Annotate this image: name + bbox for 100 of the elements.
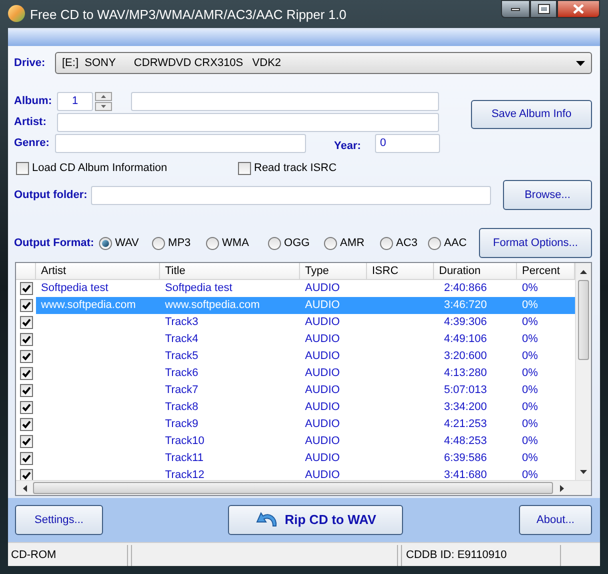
column-header[interactable]: Title: [160, 263, 300, 279]
checkbox[interactable]: [20, 418, 32, 431]
format-options-button[interactable]: Format Options...: [479, 228, 592, 258]
table-row[interactable]: Track10 AUDIO 4:48:253 0%: [36, 433, 575, 450]
close-icon: [573, 4, 584, 14]
status-text: CDDB ID: E9110910: [401, 545, 561, 566]
table-cell-text: AUDIO: [304, 383, 341, 398]
checkbox[interactable]: [238, 162, 251, 174]
settings-button[interactable]: Settings...: [15, 505, 103, 535]
table-cell-text: Track4: [164, 332, 200, 347]
about-button[interactable]: About...: [519, 505, 592, 535]
album-title-field[interactable]: [131, 92, 439, 110]
table-cell-text: Track9: [164, 417, 200, 432]
spinner-arrows[interactable]: [95, 92, 112, 110]
table-cell-text: Softpedia test: [164, 281, 234, 296]
table-cell-text: 3:34:200: [443, 400, 488, 415]
field-label: Output Format:: [14, 236, 94, 251]
table-cell-text: AUDIO: [304, 468, 341, 480]
radio-button[interactable]: [428, 236, 442, 250]
vertical-scrollbar[interactable]: [575, 263, 591, 480]
minimize-button[interactable]: [501, 0, 530, 18]
radio-button[interactable]: [206, 236, 220, 250]
checkbox[interactable]: [20, 316, 32, 329]
table-cell-text: AUDIO: [304, 451, 341, 466]
scroll-left-arrow-icon[interactable]: [22, 484, 26, 492]
column-header[interactable]: Type: [300, 263, 367, 279]
drive-dropdown[interactable]: [E:] SONY CDRWDVD CRX310S VDK2: [55, 52, 592, 74]
table-cell-text: AUDIO: [304, 298, 341, 313]
table-cell-text: 3:41:680: [443, 468, 488, 480]
table-row[interactable]: Track4 AUDIO 4:49:106 0%: [36, 331, 575, 348]
table-cell-text: 0%: [521, 281, 539, 296]
table-cell-text: Track8: [164, 400, 200, 415]
table-cell-text: 4:48:253: [443, 434, 488, 449]
checkbox[interactable]: [20, 367, 32, 380]
table-cell-text: 0%: [521, 383, 539, 398]
checkbox[interactable]: [20, 469, 32, 480]
scroll-right-arrow-icon[interactable]: [560, 484, 564, 492]
table-row[interactable]: Softpedia test Softpedia test AUDIO 2:40:866 0%: [36, 280, 575, 297]
field-label: Year:: [334, 138, 362, 154]
checkbox[interactable]: [20, 401, 32, 414]
checkbox[interactable]: [20, 299, 32, 312]
checkbox[interactable]: [20, 282, 32, 295]
status-text: CD-ROM: [8, 545, 128, 566]
table-cell-text: Track6: [164, 366, 200, 381]
radio-label: WMA: [222, 236, 249, 251]
table-row[interactable]: Track11 AUDIO 6:39:586 0%: [36, 450, 575, 467]
radio-button[interactable]: [152, 236, 166, 250]
table-row[interactable]: Track8 AUDIO 3:34:200 0%: [36, 399, 575, 416]
table-cell-text: 0%: [521, 349, 539, 364]
table-cell-text: AUDIO: [304, 315, 341, 330]
close-button[interactable]: [557, 0, 600, 18]
table-cell-text: 5:07:013: [443, 383, 488, 398]
table-row[interactable]: Track6 AUDIO 4:13:280 0%: [36, 365, 575, 382]
column-header[interactable]: ISRC: [367, 263, 434, 279]
checkbox[interactable]: [20, 350, 32, 363]
radio-button[interactable]: [99, 236, 112, 250]
column-header[interactable]: Artist: [36, 263, 160, 279]
table-cell-text: Track5: [164, 349, 200, 364]
radio-button[interactable]: [324, 236, 338, 250]
checkbox[interactable]: [20, 452, 32, 465]
checkbox[interactable]: [16, 162, 29, 174]
table-cell-text: AUDIO: [304, 332, 341, 347]
table-cell-text: 0%: [521, 400, 539, 415]
rip-button[interactable]: Rip CD to WAV: [228, 505, 403, 535]
table-cell-text: 0%: [521, 451, 539, 466]
table-cell-text: 0%: [521, 366, 539, 381]
radio-label: AAC: [444, 236, 467, 251]
browse-button[interactable]: Browse...: [503, 180, 592, 210]
field-label: Output folder:: [14, 188, 88, 203]
radio-label: WAV: [115, 236, 139, 251]
scroll-down-arrow-icon[interactable]: [580, 470, 587, 474]
radio-button[interactable]: [268, 236, 282, 250]
table-cell-text: 0%: [521, 298, 539, 313]
table-row[interactable]: Track9 AUDIO 4:21:253 0%: [36, 416, 575, 433]
field-label: Drive:: [14, 56, 46, 71]
album-number-field[interactable]: 1: [57, 92, 93, 110]
scroll-up-arrow-icon[interactable]: [580, 270, 587, 274]
field-label: Album:: [14, 94, 53, 109]
table-cell-text: AUDIO: [304, 366, 341, 381]
checkbox[interactable]: [20, 435, 32, 448]
table-row[interactable]: Track12 AUDIO 3:41:680 0%: [36, 467, 575, 480]
radio-button[interactable]: [380, 236, 394, 250]
table-row[interactable]: Track5 AUDIO 3:20:600 0%: [36, 348, 575, 365]
checkbox[interactable]: [20, 384, 32, 397]
table-cell-text: 4:49:106: [443, 332, 488, 347]
table-row[interactable]: Track7 AUDIO 5:07:013 0%: [36, 382, 575, 399]
genre-field[interactable]: [55, 134, 306, 152]
save-album-info-button[interactable]: Save Album Info: [471, 100, 592, 129]
table-row[interactable]: Track3 AUDIO 4:39:306 0%: [36, 314, 575, 331]
year-field[interactable]: 0: [375, 134, 440, 152]
artist-field[interactable]: [57, 112, 439, 132]
horizontal-scrollbar[interactable]: [16, 480, 591, 495]
output-folder-field[interactable]: [91, 186, 492, 204]
checkbox[interactable]: [20, 333, 32, 346]
table-cell-text: 0%: [521, 417, 539, 432]
table-cell-text: 4:39:306: [443, 315, 488, 330]
maximize-button[interactable]: [530, 0, 557, 18]
table-cell-text: 6:39:586: [443, 451, 488, 466]
column-header[interactable]: Duration: [434, 263, 517, 279]
radio-label: AC3: [396, 236, 418, 251]
